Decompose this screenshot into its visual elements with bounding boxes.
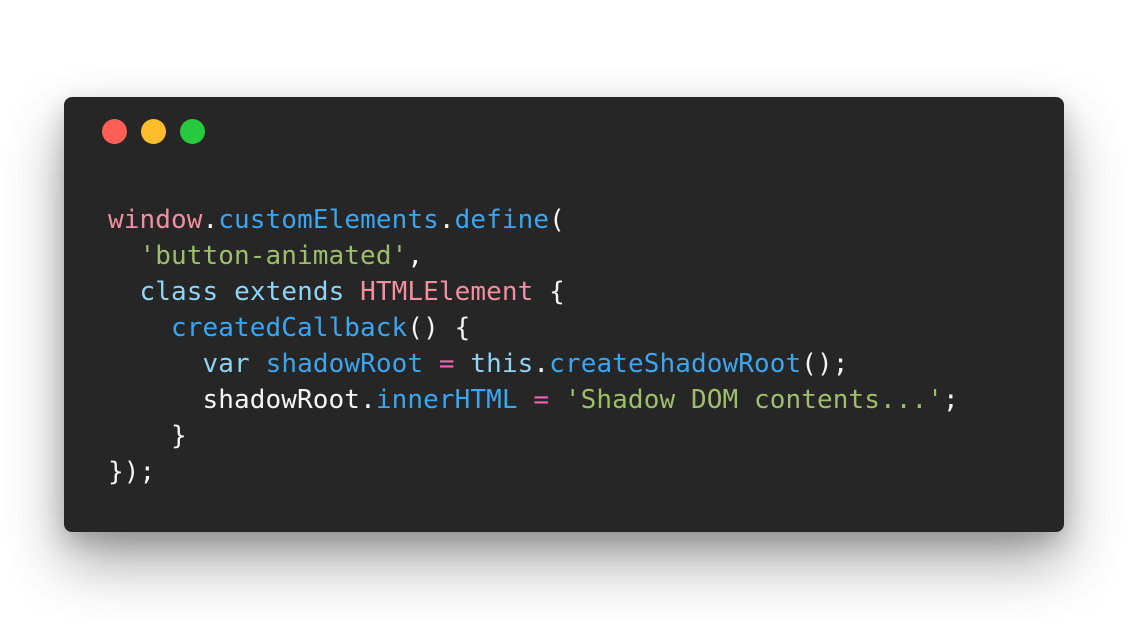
code-token-plain: (); (801, 349, 849, 379)
minimize-button[interactable] (141, 119, 166, 144)
code-token-plain: ; (943, 385, 959, 415)
code-line: window.customElements.define( (108, 202, 959, 238)
code-token-function: customElements (218, 205, 439, 235)
code-token-operator: = (533, 385, 550, 415)
code-token-string: 'Shadow DOM contents...' (564, 385, 944, 415)
code-token-variable: window (108, 205, 203, 235)
code-token-plain: . (533, 349, 550, 379)
code-token-class-name: HTMLElement (360, 277, 534, 307)
code-token-plain: } (108, 421, 187, 451)
maximize-button[interactable] (180, 119, 205, 144)
code-line: } (108, 418, 959, 454)
code-token-plain: . (360, 385, 376, 415)
code-token-function: innerHTML (375, 385, 518, 415)
code-token-function: createShadowRoot (549, 349, 802, 379)
code-line: createdCallback() { (108, 310, 959, 346)
close-button[interactable] (102, 119, 127, 144)
code-token-plain: , (407, 241, 424, 271)
code-token-keyword: this (470, 349, 534, 379)
code-window: window.customElements.define( 'button-an… (64, 97, 1064, 532)
code-line: class extends HTMLElement { (108, 274, 959, 310)
code-token-plain: shadowRoot (202, 385, 361, 415)
code-token-plain: () { (407, 313, 471, 343)
code-token-plain: ( (549, 205, 565, 235)
code-block: window.customElements.define( 'button-an… (108, 202, 959, 490)
code-token-keyword: var (202, 349, 250, 379)
code-token-plain: . (202, 205, 219, 235)
code-token-function: shadowRoot (265, 349, 424, 379)
code-token-string: 'button-animated' (139, 241, 408, 271)
code-token-plain: }); (108, 457, 156, 487)
code-token-keyword: class (139, 277, 219, 307)
code-line: var shadowRoot = this.createShadowRoot()… (108, 346, 959, 382)
code-token-function: createdCallback (171, 313, 408, 343)
code-token-plain: . (438, 205, 455, 235)
code-token-operator: = (438, 349, 455, 379)
code-token-plain: { (533, 277, 565, 307)
code-line: 'button-animated', (108, 238, 959, 274)
window-controls (102, 119, 205, 144)
code-token-keyword: extends (234, 277, 345, 307)
code-line: }); (108, 454, 959, 490)
code-token-function: define (454, 205, 550, 235)
code-line: shadowRoot.innerHTML = 'Shadow DOM conte… (108, 382, 959, 418)
